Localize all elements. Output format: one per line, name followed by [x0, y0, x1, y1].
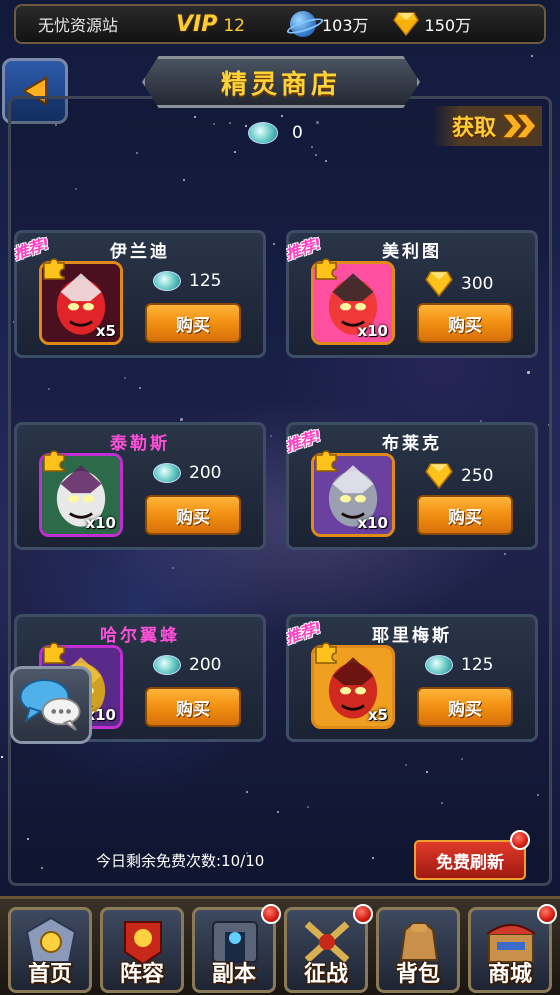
- shop-item-card: 伊兰迪 x5 推荐! 125 购买: [11, 230, 266, 358]
- item-quantity: x5: [95, 322, 116, 340]
- crystal-icon: [248, 122, 278, 144]
- buy-label: 购买: [448, 507, 482, 528]
- puzzle-piece-icon: [315, 450, 337, 472]
- item-quantity: x10: [357, 514, 388, 532]
- puzzle-piece-icon: [43, 642, 65, 664]
- diamond-icon: [425, 463, 453, 489]
- bottom-nav: 首页 阵容 副本 征战 背包 商城: [0, 896, 560, 995]
- free-refresh-label: 免费刷新: [436, 852, 504, 873]
- shop-item-card: 美利图 x10 推荐! 300 购买: [283, 230, 538, 358]
- free-refresh-count: 今日剩余免费次数:10/10: [96, 852, 265, 870]
- planet-icon: [290, 11, 316, 37]
- title-banner: 精灵商店: [142, 56, 420, 108]
- price-value: 250: [461, 466, 494, 486]
- item-price: 200: [153, 655, 221, 675]
- planet-resource-value: 103万: [322, 16, 369, 35]
- game-screen: 无忧资源站 VIP 12 103万 150万 精灵商店 0 获取 伊兰迪 x5 …: [0, 0, 560, 995]
- item-price: 200: [153, 463, 221, 483]
- spirit-crystal-balance: 0: [248, 122, 303, 144]
- planet-resource: 103万: [290, 11, 369, 37]
- nav-label: 商城: [487, 962, 532, 987]
- chat-bubble-icon: [19, 679, 81, 731]
- shop-item-card: 布莱克 x10 推荐! 250 购买: [283, 422, 538, 550]
- nav-item-store[interactable]: 商城: [468, 904, 557, 993]
- price-value: 300: [461, 274, 494, 294]
- nav-item-home[interactable]: 首页: [8, 907, 92, 993]
- star: [1, 756, 3, 758]
- site-name: 无忧资源站: [38, 16, 119, 35]
- resource-bar: 无忧资源站 VIP 12 103万 150万: [14, 4, 546, 44]
- puzzle-piece-icon: [315, 642, 337, 664]
- item-price: 125: [153, 271, 221, 291]
- buy-button[interactable]: 购买: [145, 303, 241, 343]
- double-chevron-right-icon: [500, 113, 537, 139]
- price-value: 200: [189, 463, 222, 483]
- diamond-resource-value: 150万: [424, 16, 472, 35]
- buy-button[interactable]: 购买: [145, 495, 241, 535]
- nav-label: 征战: [303, 962, 348, 987]
- buy-button[interactable]: 购买: [417, 687, 513, 727]
- buy-button[interactable]: 购买: [417, 303, 513, 343]
- crystal-balance-value: 0: [292, 123, 303, 143]
- vip-badge[interactable]: VIP 12: [176, 12, 266, 37]
- item-quantity: x5: [367, 706, 388, 724]
- obtain-button[interactable]: 获取: [432, 106, 542, 146]
- shop-item-card: 泰勒斯 x10 200 购买: [14, 422, 266, 550]
- nav-label: 阵容: [119, 962, 164, 987]
- puzzle-piece-icon: [43, 258, 65, 280]
- nav-label: 副本: [211, 962, 256, 987]
- nav-label: 首页: [27, 962, 72, 987]
- diamond-resource: 150万: [392, 12, 472, 37]
- item-price: 250: [425, 463, 493, 489]
- notification-dot: [261, 904, 281, 924]
- buy-label: 购买: [176, 699, 210, 720]
- puzzle-piece-icon: [315, 258, 337, 280]
- diamond-icon: [392, 12, 419, 37]
- price-value: 125: [189, 271, 222, 291]
- star: [531, 55, 533, 57]
- crystal-icon: [153, 271, 181, 291]
- nav-label: 背包: [395, 962, 440, 987]
- nav-item-dungeon[interactable]: 副本: [192, 904, 281, 993]
- crystal-icon: [153, 655, 181, 675]
- chat-button[interactable]: [10, 666, 92, 744]
- item-quantity: x10: [357, 322, 388, 340]
- nav-item-battle[interactable]: 征战: [284, 904, 373, 993]
- page-title: 精灵商店: [220, 69, 341, 100]
- price-value: 125: [461, 655, 494, 675]
- puzzle-piece-icon: [43, 450, 65, 472]
- notification-dot: [353, 904, 373, 924]
- nav-item-backpack[interactable]: 背包: [376, 907, 460, 993]
- vip-level: 12: [223, 15, 245, 36]
- buy-button[interactable]: 购买: [145, 687, 241, 727]
- buy-label: 购买: [176, 315, 210, 336]
- buy-label: 购买: [176, 507, 210, 528]
- crystal-icon: [425, 655, 453, 675]
- obtain-label: 获取: [451, 116, 496, 141]
- diamond-icon: [425, 271, 453, 297]
- shop-item-card: 耶里梅斯 x5 推荐! 125 购买: [283, 614, 538, 742]
- item-price: 300: [425, 271, 493, 297]
- refresh-notification-dot: [510, 830, 530, 850]
- free-refresh-button[interactable]: 免费刷新: [414, 840, 526, 880]
- item-quantity: x10: [85, 514, 116, 532]
- buy-label: 购买: [448, 315, 482, 336]
- notification-dot: [537, 904, 557, 924]
- nav-item-lineup[interactable]: 阵容: [100, 907, 184, 993]
- buy-button[interactable]: 购买: [417, 495, 513, 535]
- crystal-icon: [153, 463, 181, 483]
- buy-label: 购买: [448, 699, 482, 720]
- vip-label: VIP: [176, 11, 218, 37]
- item-price: 125: [425, 655, 493, 675]
- price-value: 200: [189, 655, 222, 675]
